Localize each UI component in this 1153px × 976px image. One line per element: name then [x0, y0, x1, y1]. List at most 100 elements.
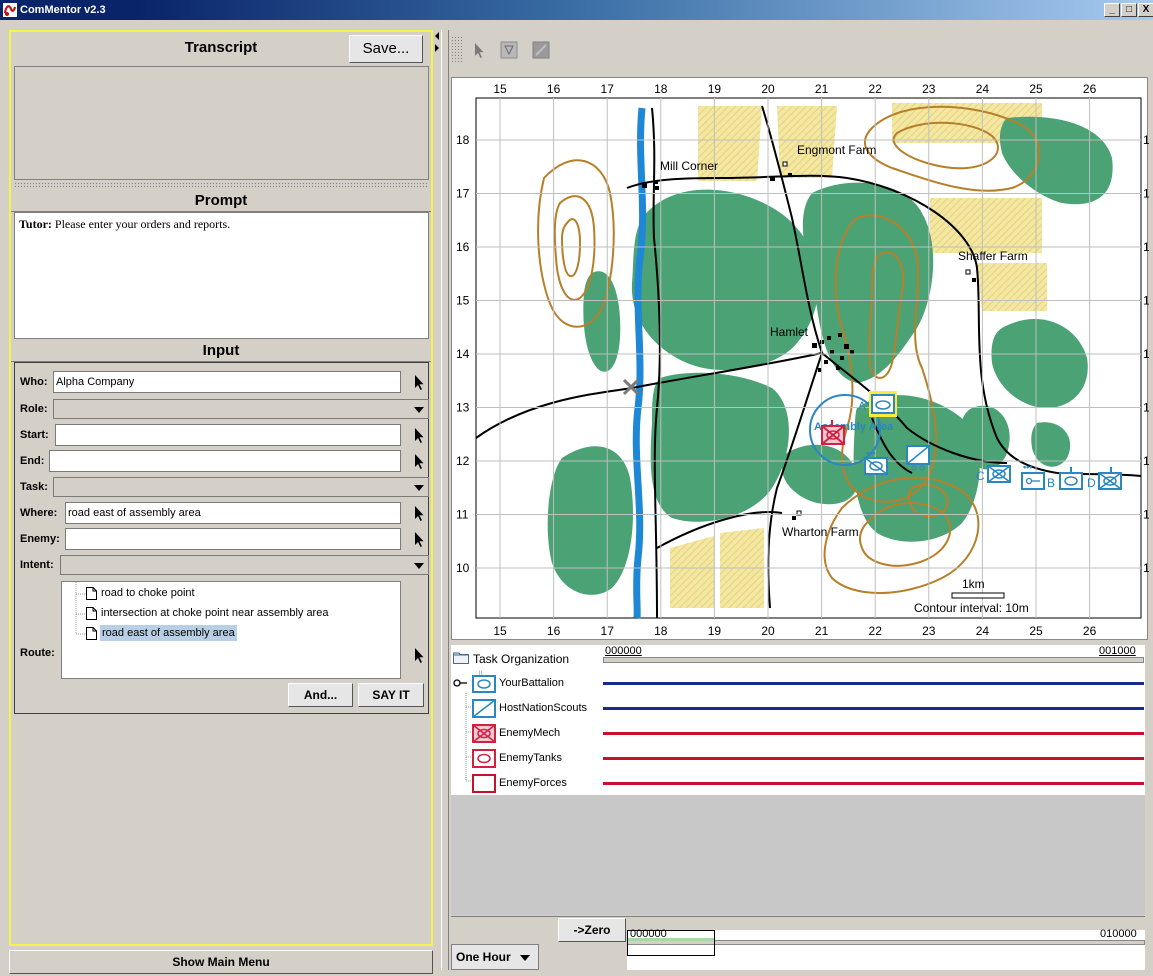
place-shaffer-farm[interactable]: Shaffer Farm	[958, 249, 1028, 263]
left-panel: Transcript Save... Prompt Tutor: Please …	[9, 30, 433, 946]
place-unit-icon[interactable]	[499, 40, 519, 60]
unit-name[interactable]: EnemyForces	[499, 777, 567, 789]
x-tick-label: 18	[654, 82, 668, 96]
zero-button[interactable]: ->Zero	[558, 918, 626, 942]
unit-name[interactable]: YourBattalion	[499, 677, 564, 689]
maximize-button[interactable]: □	[1121, 3, 1137, 17]
intent-select[interactable]	[60, 555, 429, 575]
place-mill-corner[interactable]: Mill Corner	[660, 159, 718, 173]
select-pointer-icon[interactable]	[469, 40, 489, 60]
role-select[interactable]	[53, 399, 429, 419]
prompt-header: Prompt	[11, 190, 431, 212]
bottom-divider	[451, 916, 1145, 917]
where-input[interactable]: road east of assembly area	[65, 502, 401, 524]
unit-timeline-bar[interactable]	[603, 682, 1144, 685]
svg-text:•••: •••	[866, 448, 875, 458]
unit-name[interactable]: EnemyMech	[499, 727, 560, 739]
scale-label: 1km	[962, 577, 985, 591]
x-tick-label: 20	[761, 82, 775, 96]
task-label: Task:	[20, 481, 48, 493]
show-main-menu-button[interactable]: Show Main Menu	[9, 950, 433, 974]
route-tree[interactable]: road to choke point intersection at chok…	[61, 581, 401, 679]
tree-connector-lines	[465, 693, 473, 782]
split-divider[interactable]	[441, 30, 449, 970]
y-tick-label-right: 1	[1143, 454, 1149, 468]
unit-timeline-bar[interactable]	[603, 707, 1144, 710]
split-arrows-icon[interactable]	[433, 30, 441, 54]
y-tick-label: 17	[456, 187, 470, 201]
transcript-area[interactable]	[14, 66, 429, 180]
erase-icon[interactable]	[531, 40, 551, 60]
route-item-selected[interactable]: road east of assembly area	[100, 625, 237, 641]
unit-name[interactable]: EnemyTanks	[499, 752, 562, 764]
x-tick-label: 15	[493, 82, 507, 96]
unit-timeline-bar[interactable]	[603, 782, 1144, 785]
enemy-input[interactable]	[65, 528, 401, 550]
prompt-speaker: Tutor:	[19, 217, 52, 231]
x-tick-label: 22	[869, 82, 883, 96]
time-slider-end: 010000	[1100, 928, 1137, 940]
minimize-button[interactable]: _	[1104, 3, 1120, 17]
who-pointer-icon[interactable]	[409, 372, 429, 392]
route-item[interactable]: intersection at choke point near assembl…	[101, 605, 328, 621]
x-tick-label: 23	[922, 82, 936, 96]
route-pointer-icon[interactable]	[409, 645, 429, 665]
start-input[interactable]	[55, 424, 401, 446]
and-button[interactable]: And...	[288, 683, 353, 707]
enemy-forces-icon	[472, 774, 496, 793]
y-axis-right: 1 1 1 1 1 1 1 1 1	[1143, 133, 1150, 575]
unit-c[interactable]: C	[976, 465, 1011, 483]
start-pointer-icon[interactable]	[409, 425, 429, 445]
role-label: Role:	[20, 403, 48, 415]
y-tick-label: 18	[456, 133, 470, 147]
enemy-tanks-icon	[472, 749, 496, 768]
y-tick-label: 16	[456, 240, 470, 254]
splitter[interactable]	[14, 182, 429, 187]
close-button[interactable]: X	[1138, 3, 1153, 17]
chevron-down-icon	[414, 563, 424, 569]
who-input[interactable]: Alpha Company	[53, 371, 401, 393]
unit-timeline-bar[interactable]	[603, 732, 1144, 735]
timeline-end: 001000	[1099, 645, 1136, 657]
x-tick-label: 26	[1083, 82, 1097, 96]
timeline-area[interactable]	[601, 645, 1145, 795]
place-hamlet[interactable]: Hamlet	[770, 325, 809, 339]
y-tick-label: 12	[456, 454, 470, 468]
task-select[interactable]	[53, 477, 429, 497]
timeline-scrollbar[interactable]	[603, 657, 1144, 663]
place-engmont-farm[interactable]: Engmont Farm	[797, 143, 876, 157]
time-slider-start: 000000	[630, 928, 667, 940]
map-canvas[interactable]: 15 16 17 18 19 20 21 22 23 24 25 26 15 16 17 18 19 20 21 2…	[452, 78, 1150, 641]
unit-name[interactable]: HostNationScouts	[499, 702, 587, 714]
route-item[interactable]: road to choke point	[101, 585, 195, 601]
end-pointer-icon[interactable]	[409, 451, 429, 471]
where-pointer-icon[interactable]	[409, 503, 429, 523]
map-view[interactable]: 15 16 17 18 19 20 21 22 23 24 25 26 15 16 17 18 19 20 21 2…	[451, 77, 1150, 641]
y-tick-label-right: 1	[1143, 508, 1149, 522]
expand-key-icon[interactable]	[453, 677, 469, 689]
y-tick-label-right: 1	[1143, 240, 1149, 254]
save-button[interactable]: Save...	[349, 35, 423, 63]
place-wharton-farm[interactable]: Wharton Farm	[782, 525, 859, 539]
prompt-box: Tutor: Please enter your orders and repo…	[14, 212, 429, 339]
end-input[interactable]	[49, 450, 401, 472]
unit-timeline-bar[interactable]	[603, 757, 1144, 760]
y-axis: 18 17 16 15 14 13 12 11 10	[456, 133, 470, 575]
x-tick-label: 21	[815, 624, 829, 638]
y-tick-label: 11	[456, 508, 469, 522]
who-label: Who:	[20, 376, 48, 388]
document-icon	[86, 587, 97, 600]
folder-icon	[453, 652, 469, 664]
prompt-text: Please enter your orders and reports.	[51, 217, 231, 231]
y-tick-label: 15	[456, 294, 470, 308]
y-tick-label-right: 1	[1143, 294, 1149, 308]
x-tick-label: 25	[1029, 82, 1043, 96]
unit-letter-d: D	[1087, 476, 1096, 490]
y-tick-label-right: 1	[1143, 401, 1149, 415]
enemy-pointer-icon[interactable]	[409, 529, 429, 549]
say-it-button[interactable]: SAY IT	[358, 683, 424, 707]
toolbar-grip[interactable]	[451, 36, 463, 64]
enemy-label: Enemy:	[20, 533, 60, 545]
timescale-select[interactable]: One Hour	[451, 944, 539, 970]
x-tick-label: 20	[761, 624, 775, 638]
